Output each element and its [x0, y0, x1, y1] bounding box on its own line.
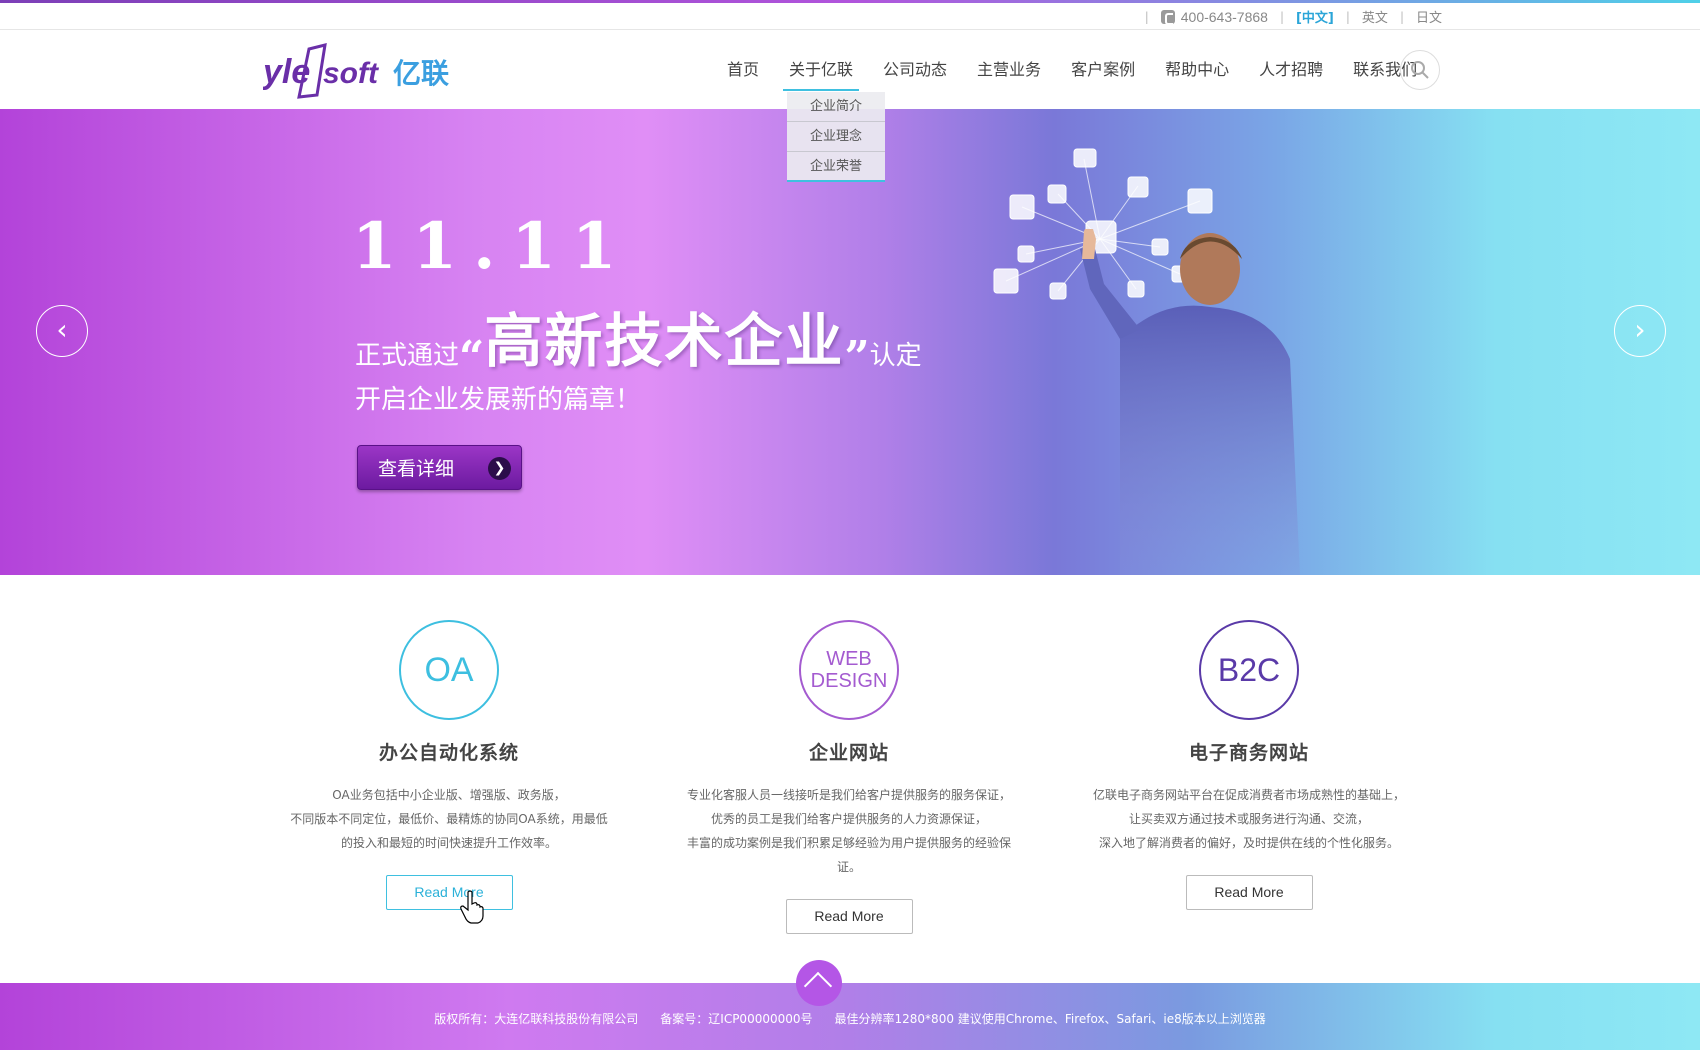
hotline: 400-643-7868: [1160, 8, 1268, 25]
service-b2c: B2C 电子商务网站 亿联电子商务网站平台在促成消费者市场成熟性的基础上， 让买…: [1079, 620, 1419, 910]
web-design-icon: WEB DESIGN: [799, 620, 899, 720]
back-to-top-button[interactable]: [796, 960, 842, 1006]
nav-news[interactable]: 公司动态: [883, 31, 947, 109]
banner-suffix: 认定: [869, 341, 922, 371]
oa-icon: OA: [399, 620, 499, 720]
service-description: OA业务包括中小企业版、增强版、政务版， 不同版本不同定位，最低价、最精炼的协同…: [290, 788, 608, 850]
footer: 版权所有：大连亿联科技股份有限公司 备案号：辽ICP00000000号 最佳分辨…: [0, 983, 1700, 1050]
banner-prefix: 正式通过: [355, 341, 460, 371]
logo[interactable]: yle soft 亿联: [263, 41, 503, 101]
chevron-right-icon: ›: [1634, 313, 1646, 346]
b2c-icon: B2C: [1199, 620, 1299, 720]
banner-subline: 开启企业发展新的篇章！: [355, 385, 642, 415]
quote-close: ”: [844, 332, 870, 383]
lang-chinese[interactable]: [中文]: [1296, 7, 1334, 26]
view-details-label: 查看详细: [378, 458, 455, 480]
svg-text:soft: soft: [323, 57, 380, 90]
read-more-button[interactable]: Read More: [385, 875, 513, 910]
nav-help[interactable]: 帮助中心: [1165, 31, 1229, 109]
nav-cases[interactable]: 客户案例: [1071, 31, 1135, 109]
read-more-button[interactable]: Read More: [785, 899, 913, 934]
service-oa: OA 办公自动化系统 OA业务包括中小企业版、增强版、政务版， 不同版本不同定位…: [279, 620, 619, 910]
banner-headline: 正式通过 “ 高新技术企业 ” 认定: [355, 294, 922, 383]
banner-date: 11.11: [352, 209, 633, 284]
service-title: 企业网站: [808, 742, 889, 764]
footer-browser-note: 最佳分辨率1280*800 建议使用Chrome、Firefox、Safari、…: [834, 1012, 1266, 1026]
divider: |: [1399, 9, 1404, 24]
phone-number: 400-643-7868: [1180, 8, 1268, 25]
quote-open: “: [459, 332, 485, 383]
service-web-design: WEB DESIGN 企业网站 专业化客服人员一线接听是我们给客户提供服务的服务…: [679, 620, 1019, 934]
lang-japanese[interactable]: 日文: [1416, 7, 1442, 26]
phone-icon: [1160, 9, 1175, 25]
businessman-image: [1080, 229, 1300, 575]
divider: |: [1279, 9, 1284, 24]
footer-icp[interactable]: 备案号：辽ICP00000000号: [660, 1010, 812, 1027]
service-title: 办公自动化系统: [378, 742, 519, 764]
divider: |: [1345, 9, 1350, 24]
service-description: 专业化客服人员一线接听是我们给客户提供服务的服务保证， 优秀的员工是我们给客户提…: [686, 788, 1011, 874]
nav-jobs[interactable]: 人才招聘: [1259, 31, 1323, 109]
service-description: 亿联电子商务网站平台在促成消费者市场成熟性的基础上， 让买卖双方通过技术或服务进…: [1092, 788, 1405, 850]
nav-business[interactable]: 主营业务: [977, 31, 1041, 109]
read-more-button[interactable]: Read More: [1185, 875, 1313, 910]
view-details-button[interactable]: 查看详细 ❯: [357, 445, 522, 490]
banner-title: 高新技术企业: [484, 307, 845, 375]
dropdown-item-honors[interactable]: 企业荣誉: [787, 152, 885, 182]
dropdown-item-intro[interactable]: 企业简介: [787, 92, 885, 122]
slider-prev-button[interactable]: ‹: [36, 305, 88, 357]
footer-copyright: 版权所有：大连亿联科技股份有限公司: [434, 1012, 639, 1026]
chevron-left-icon: ‹: [56, 313, 68, 346]
search-icon: [1411, 61, 1429, 79]
svg-text:亿联: 亿联: [393, 57, 449, 90]
dropdown-item-philosophy[interactable]: 企业理念: [787, 122, 885, 152]
search-button[interactable]: [1400, 50, 1440, 90]
slider-next-button[interactable]: ›: [1614, 305, 1666, 357]
service-title: 电子商务网站: [1188, 742, 1309, 764]
top-bar: | 400-643-7868 | [中文] | 英文 | 日文: [0, 3, 1700, 30]
divider: |: [1144, 9, 1149, 24]
nav-home[interactable]: 首页: [727, 31, 759, 109]
services-section: OA 办公自动化系统 OA业务包括中小企业版、增强版、政务版， 不同版本不同定位…: [0, 575, 1700, 983]
chevron-right-icon: ❯: [488, 457, 511, 480]
lang-english[interactable]: 英文: [1362, 7, 1388, 26]
hand-cursor-icon: [460, 890, 484, 924]
about-dropdown: 企业简介 企业理念 企业荣誉: [787, 92, 885, 182]
